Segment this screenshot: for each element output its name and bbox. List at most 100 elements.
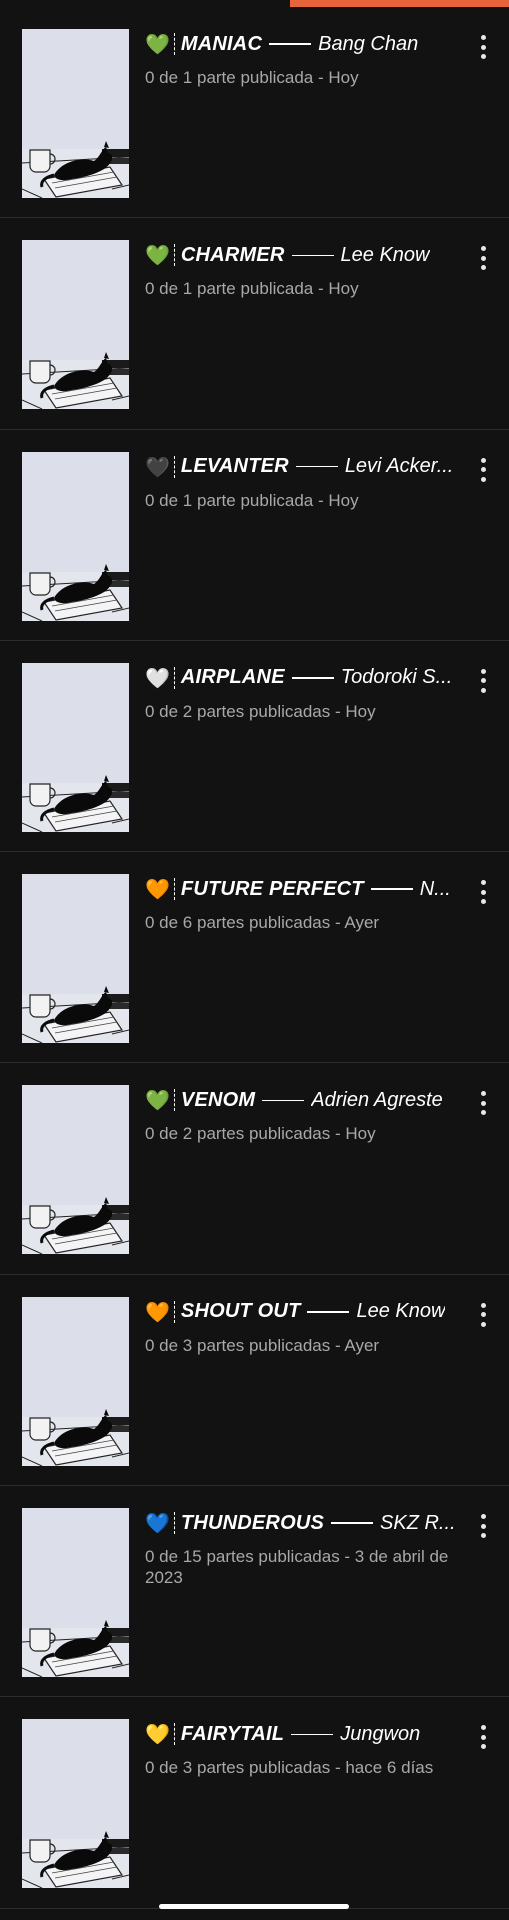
story-cover[interactable] — [22, 451, 129, 621]
story-text: 🤍 AIRPLANE Todoroki S... 0 de 2 partes p… — [145, 663, 465, 722]
heart-emoji-icon: 💚 — [145, 1088, 170, 1113]
story-character: Bang Chan — [318, 32, 419, 55]
story-text: 💚 VENOM Adrien Agreste 0 de 2 partes pub… — [145, 1085, 465, 1144]
title-separator — [173, 1723, 175, 1746]
title-separator — [173, 1300, 175, 1323]
heart-emoji-icon: 💛 — [145, 1722, 170, 1747]
story-title: FAIRYTAIL — [180, 1722, 285, 1745]
story-meta: 0 de 2 partes publicadas - Hoy — [145, 1124, 376, 1144]
title-separator — [173, 1512, 175, 1535]
title-dash — [295, 465, 338, 468]
story-text: 💛 FAIRYTAIL Jungwon 0 de 3 partes public… — [145, 1719, 465, 1778]
story-item-levanter[interactable]: 🖤 LEVANTER Levi Acker... 0 de 1 parte pu… — [0, 430, 509, 641]
story-title-line: 💛 FAIRYTAIL Jungwon — [145, 1719, 465, 1749]
story-item-airplane[interactable]: 🤍 AIRPLANE Todoroki S... 0 de 2 partes p… — [0, 641, 509, 853]
more-options-icon[interactable] — [475, 246, 491, 271]
more-options-icon[interactable] — [475, 1091, 491, 1116]
title-separator — [173, 455, 175, 478]
story-cover[interactable] — [22, 874, 129, 1044]
story-title: SHOUT OUT — [180, 1300, 301, 1323]
story-character: Jungwon — [340, 1722, 421, 1745]
story-meta: 0 de 1 parte publicada - Hoy — [145, 490, 359, 510]
story-title-line: 💚 CHARMER Lee Know — [145, 240, 465, 270]
progress-bar-fill — [290, 0, 509, 7]
story-title-line: 🧡 SHOUT OUT Lee Know — [145, 1297, 465, 1327]
story-item-fairytail[interactable]: 💛 FAIRYTAIL Jungwon 0 de 3 partes public… — [0, 1697, 509, 1909]
story-library-screen: 💚 MANIAC Bang Chan 0 de 1 parte publicad… — [0, 0, 509, 1920]
story-text: 💚 MANIAC Bang Chan 0 de 1 parte publicad… — [145, 29, 465, 88]
story-title: AIRPLANE — [180, 666, 285, 689]
title-dash — [262, 1099, 305, 1102]
story-text: 🧡 SHOUT OUT Lee Know 0 de 3 partes publi… — [145, 1297, 465, 1356]
story-character: Levi Acker... — [344, 455, 454, 478]
story-character: SKZ R... — [380, 1511, 456, 1534]
story-text: 💚 CHARMER Lee Know 0 de 1 parte publicad… — [145, 240, 465, 299]
story-cover[interactable] — [22, 1296, 129, 1466]
story-meta: 0 de 15 partes publicadas - 3 de abril d… — [145, 1547, 449, 1588]
story-cover[interactable] — [22, 662, 129, 832]
story-cover[interactable] — [22, 1508, 129, 1678]
story-title: VENOM — [180, 1088, 256, 1111]
more-options-icon[interactable] — [475, 880, 491, 905]
heart-emoji-icon: 💚 — [145, 243, 170, 268]
title-dash — [291, 1733, 334, 1736]
title-dash — [331, 1522, 374, 1524]
story-item-charmer[interactable]: 💚 CHARMER Lee Know 0 de 1 parte publicad… — [0, 218, 509, 430]
story-title-line: 💚 MANIAC Bang Chan — [145, 29, 465, 59]
story-character: Lee Know — [340, 243, 430, 266]
story-cover[interactable] — [22, 240, 129, 410]
heart-emoji-icon: 🧡 — [145, 1299, 170, 1324]
title-separator — [173, 878, 175, 901]
heart-emoji-icon: 🤍 — [145, 665, 170, 690]
story-item-maniac[interactable]: 💚 MANIAC Bang Chan 0 de 1 parte publicad… — [0, 7, 509, 219]
more-options-icon[interactable] — [475, 1514, 491, 1539]
more-options-icon[interactable] — [475, 1725, 491, 1750]
title-separator — [173, 33, 175, 55]
more-options-icon[interactable] — [475, 457, 491, 482]
story-list: 💚 MANIAC Bang Chan 0 de 1 parte publicad… — [0, 7, 509, 1909]
story-text: 💙 THUNDEROUS SKZ R... 0 de 15 partes pub… — [145, 1508, 465, 1588]
story-title: THUNDEROUS — [180, 1511, 325, 1534]
story-meta: 0 de 3 partes publicadas - Ayer — [145, 1335, 380, 1355]
story-title-line: 🤍 AIRPLANE Todoroki S... — [145, 663, 465, 693]
story-character: Todoroki S... — [340, 666, 453, 689]
title-dash — [269, 43, 312, 45]
title-separator — [173, 1089, 175, 1112]
more-options-icon[interactable] — [475, 668, 491, 693]
story-character: Lee Know — [356, 1300, 446, 1323]
heart-emoji-icon: 🧡 — [145, 877, 170, 902]
story-character: N... — [419, 877, 451, 900]
story-title-line: 🧡 FUTURE PERFECT N... — [145, 874, 465, 904]
story-title: CHARMER — [180, 243, 285, 266]
title-separator — [173, 666, 175, 689]
title-dash — [307, 1311, 350, 1313]
story-cover[interactable] — [22, 1719, 129, 1889]
story-title: LEVANTER — [180, 455, 289, 478]
story-meta: 0 de 1 parte publicada - Hoy — [145, 68, 359, 87]
story-title-line: 💙 THUNDEROUS SKZ R... — [145, 1508, 465, 1538]
title-dash — [291, 677, 334, 679]
story-cover[interactable] — [22, 1085, 129, 1255]
title-dash — [291, 254, 334, 257]
story-item-venom[interactable]: 💚 VENOM Adrien Agreste 0 de 2 partes pub… — [0, 1063, 509, 1275]
story-text: 🧡 FUTURE PERFECT N... 0 de 6 partes publ… — [145, 874, 465, 933]
story-title-line: 💚 VENOM Adrien Agreste — [145, 1085, 465, 1115]
more-options-icon[interactable] — [475, 1302, 491, 1327]
story-character: Adrien Agreste — [311, 1088, 443, 1111]
story-item-shout-out[interactable]: 🧡 SHOUT OUT Lee Know 0 de 3 partes publi… — [0, 1275, 509, 1487]
story-meta: 0 de 1 parte publicada - Hoy — [145, 279, 359, 299]
story-meta: 0 de 2 partes publicadas - Hoy — [145, 701, 376, 721]
story-meta: 0 de 3 partes publicadas - hace 6 días — [145, 1758, 434, 1778]
story-item-future-perfect[interactable]: 🧡 FUTURE PERFECT N... 0 de 6 partes publ… — [0, 852, 509, 1064]
heart-emoji-icon: 💙 — [145, 1511, 170, 1536]
story-item-thunderous[interactable]: 💙 THUNDEROUS SKZ R... 0 de 15 partes pub… — [0, 1486, 509, 1698]
heart-emoji-icon: 💚 — [145, 32, 170, 56]
story-cover[interactable] — [22, 29, 129, 198]
story-title-line: 🖤 LEVANTER Levi Acker... — [145, 452, 465, 482]
home-indicator[interactable] — [159, 1904, 349, 1909]
progress-bar — [0, 0, 509, 7]
title-dash — [370, 888, 413, 890]
story-title: FUTURE PERFECT — [180, 877, 364, 900]
more-options-icon[interactable] — [475, 35, 491, 59]
title-separator — [173, 244, 175, 267]
